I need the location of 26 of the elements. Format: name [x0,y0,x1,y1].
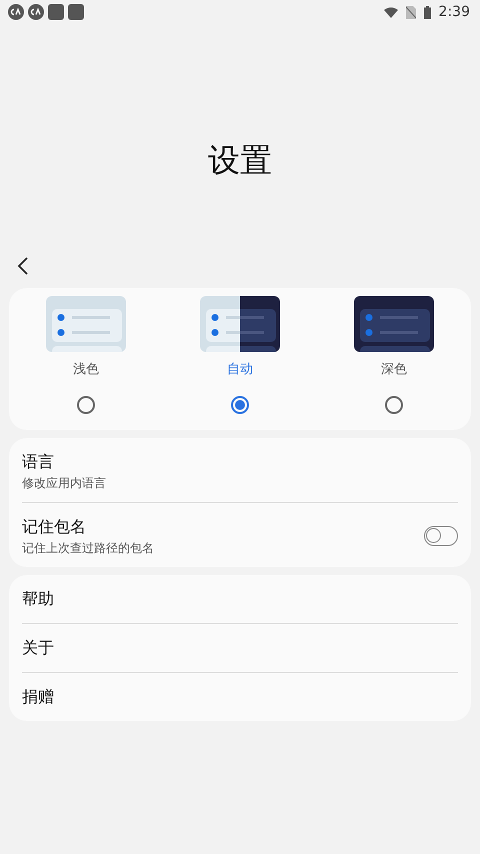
theme-label: 浅色 [73,361,99,379]
row-subtitle: 记住上次查过路径的包名 [22,540,155,556]
notification-icon [68,4,84,20]
theme-label: 深色 [381,361,407,379]
row-title: 记住包名 [22,516,87,538]
settings-row[interactable]: 语言 修改应用内语言 [9,438,471,502]
theme-radio[interactable] [231,396,249,414]
no-sim-icon [406,6,416,18]
theme-radio[interactable] [77,396,95,414]
menu-item[interactable]: 帮助 [9,574,471,622]
menu-item[interactable]: 捐赠 [9,672,471,720]
row-title: 语言 [22,450,55,472]
toggle-switch[interactable] [424,526,458,546]
wifi-icon [384,6,398,18]
theme-radio[interactable] [385,396,403,414]
settings-row[interactable]: 记住包名 记住上次查过路径的包名 [9,502,471,566]
app-notification-icon [28,4,44,20]
back-button[interactable] [16,256,30,276]
theme-label: 自动 [227,361,253,379]
status-time: 2:39 [438,2,470,22]
row-subtitle: 修改应用内语言 [22,474,107,492]
menu-item[interactable]: 关于 [9,624,471,672]
battery-icon [424,6,431,18]
app-notification-icon [8,4,24,20]
page-title: 设置 [207,140,273,181]
notification-icon [48,4,64,20]
